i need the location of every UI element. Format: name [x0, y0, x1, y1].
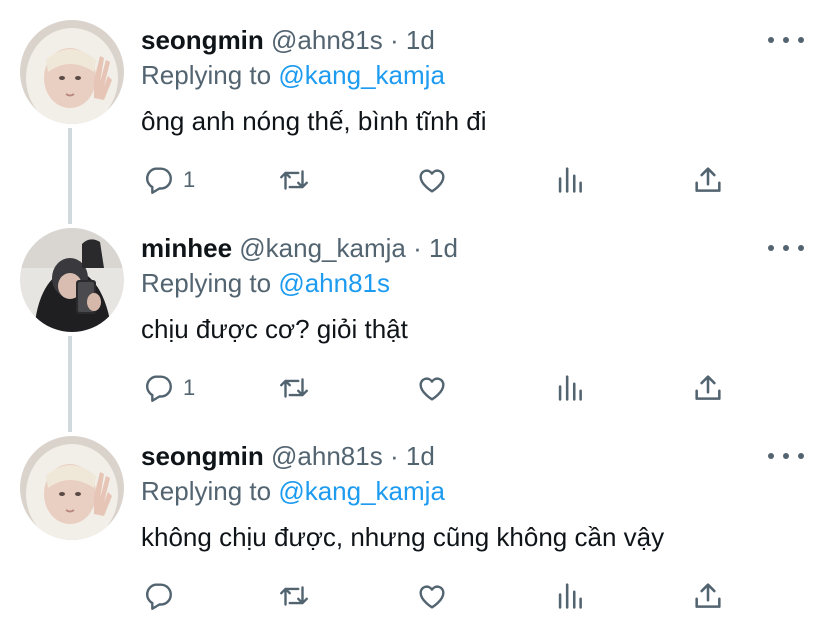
tweet[interactable]: seongmin @ahn81s · 1d Replying to @kang_…	[0, 0, 828, 208]
reply-button[interactable]: 1	[141, 368, 195, 408]
reply-icon	[146, 583, 172, 610]
replying-to-handle[interactable]: @kang_kamja	[278, 476, 445, 506]
retweet-icon	[280, 378, 308, 398]
tweet-text: không chịu được, nhưng cũng không cần vậ…	[141, 522, 665, 552]
avatar[interactable]	[20, 228, 124, 332]
tweet-actions	[141, 576, 781, 616]
share-button[interactable]	[691, 576, 725, 616]
more-icon[interactable]	[768, 444, 804, 468]
like-button[interactable]	[415, 160, 449, 200]
reply-icon	[146, 167, 172, 194]
user-handle[interactable]: @ahn81s	[271, 25, 383, 55]
replying-to: Replying to @kang_kamja	[141, 475, 445, 507]
timestamp[interactable]: 1d	[429, 233, 458, 263]
tweet[interactable]: seongmin @ahn81s · 1d Replying to @kang_…	[0, 416, 828, 624]
replying-to-label: Replying to	[141, 476, 272, 506]
tweet-header: seongmin @ahn81s · 1d	[141, 440, 435, 472]
timestamp[interactable]: 1d	[406, 441, 435, 471]
share-button[interactable]	[691, 160, 725, 200]
retweet-icon	[280, 586, 308, 606]
tweet-actions: 1	[141, 160, 781, 200]
stats-button[interactable]	[553, 368, 587, 408]
like-icon	[419, 169, 445, 193]
tweet-actions: 1	[141, 368, 781, 408]
tweet-header: seongmin @ahn81s · 1d	[141, 24, 435, 56]
separator-dot: ·	[389, 25, 399, 55]
user-handle[interactable]: @ahn81s	[271, 441, 383, 471]
user-handle[interactable]: @kang_kamja	[239, 233, 406, 263]
replying-to-handle[interactable]: @kang_kamja	[278, 60, 445, 90]
replying-to-handle[interactable]: @ahn81s	[278, 268, 390, 298]
share-button[interactable]	[691, 368, 725, 408]
tweet-header: minhee @kang_kamja · 1d	[141, 232, 458, 264]
reply-button[interactable]: 1	[141, 160, 195, 200]
like-icon	[419, 585, 445, 609]
avatar-light-hood-image	[20, 20, 124, 124]
separator-dot: ·	[413, 233, 422, 263]
tweet-text: chịu được cơ? giỏi thật	[141, 314, 408, 344]
retweet-button[interactable]	[277, 576, 311, 616]
replying-to: Replying to @kang_kamja	[141, 59, 445, 91]
retweet-button[interactable]	[277, 160, 311, 200]
stats-icon	[558, 583, 582, 609]
reply-count: 1	[183, 375, 196, 400]
tweet[interactable]: minhee @kang_kamja · 1d Replying to @ahn…	[0, 208, 828, 416]
replying-to-label: Replying to	[141, 60, 272, 90]
reply-button[interactable]	[141, 576, 183, 616]
stats-icon	[558, 167, 582, 193]
share-icon	[695, 167, 721, 192]
retweet-button[interactable]	[277, 368, 311, 408]
stats-icon	[558, 375, 582, 401]
stats-button[interactable]	[553, 576, 587, 616]
avatar[interactable]	[20, 436, 124, 540]
avatar-light-hood-image	[20, 436, 124, 540]
display-name[interactable]: minhee	[141, 233, 232, 263]
replying-to: Replying to @ahn81s	[141, 267, 390, 299]
reply-icon	[146, 375, 172, 402]
tweet-text: ông anh nóng thế, bình tĩnh đi	[141, 106, 487, 136]
like-button[interactable]	[415, 368, 449, 408]
like-icon	[419, 377, 445, 401]
replying-to-label: Replying to	[141, 268, 272, 298]
avatar-dark-hood-image	[20, 228, 124, 332]
retweet-icon	[280, 170, 308, 190]
like-button[interactable]	[415, 576, 449, 616]
display-name[interactable]: seongmin	[141, 441, 264, 471]
display-name[interactable]: seongmin	[141, 25, 264, 55]
stats-button[interactable]	[553, 160, 587, 200]
reply-count: 1	[183, 167, 196, 192]
separator-dot: ·	[389, 441, 399, 471]
timestamp[interactable]: 1d	[406, 25, 435, 55]
share-icon	[695, 375, 721, 400]
share-icon	[695, 583, 721, 608]
more-icon[interactable]	[768, 28, 804, 52]
more-icon[interactable]	[768, 236, 804, 260]
avatar[interactable]	[20, 20, 124, 124]
